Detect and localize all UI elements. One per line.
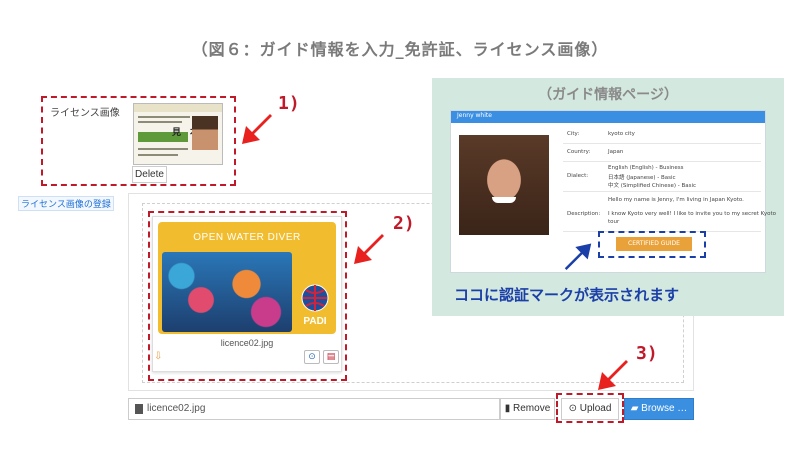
register-license-link[interactable]: ライセンス画像の登録 bbox=[18, 196, 114, 211]
blue-arrow-icon bbox=[564, 243, 592, 270]
guide-row-label: City: bbox=[567, 131, 580, 137]
guide-row-value: tour bbox=[608, 219, 620, 225]
guide-row-value: I know Kyoto very well! I like to invite… bbox=[608, 211, 776, 217]
guide-row-label: Country: bbox=[567, 149, 591, 155]
red-arrow-icon bbox=[598, 360, 628, 390]
guide-row-value: Japan bbox=[608, 149, 624, 155]
guide-row-label: Dialect: bbox=[567, 173, 589, 179]
step-number-2: 2) bbox=[393, 213, 415, 234]
guide-name-bar: Jenny white bbox=[451, 111, 765, 123]
step-number-1: 1) bbox=[278, 93, 300, 114]
guide-row-value: Hello my name is Jenny, I'm living in Ja… bbox=[608, 197, 744, 203]
guide-row-value: English (English) - Business bbox=[608, 165, 684, 171]
file-bar-filename: licence02.jpg bbox=[147, 403, 206, 414]
preview-image: OPEN WATER DIVER PADI bbox=[158, 222, 336, 334]
license-text-line bbox=[138, 154, 178, 156]
file-icon bbox=[135, 404, 143, 414]
zoom-icon[interactable]: ⇩ bbox=[154, 351, 166, 363]
red-arrow-icon bbox=[242, 114, 272, 144]
cert-highlight bbox=[598, 231, 706, 258]
license-text-line bbox=[138, 116, 190, 118]
license-thumbnail[interactable]: 見 本 bbox=[133, 103, 223, 165]
guide-page-heading: （ガイド情報ページ） bbox=[538, 87, 678, 103]
license-text-line bbox=[138, 121, 182, 123]
trash-icon: ▮ bbox=[504, 403, 511, 414]
guide-row-value: kyoto city bbox=[608, 131, 635, 137]
license-photo bbox=[192, 116, 218, 150]
padi-logo-icon: PADI bbox=[301, 284, 329, 327]
guide-name: Jenny white bbox=[457, 112, 492, 119]
guide-caption: ココに認証マークが表示されます bbox=[454, 286, 680, 304]
guide-row-value: 中文 (Simplified Chinese) - Basic bbox=[608, 183, 697, 189]
trash-icon[interactable]: ▤ bbox=[323, 350, 339, 364]
figure-title: （図６：ガイド情報を入力_免許証、ライセンス画像） bbox=[191, 40, 609, 59]
red-arrow-icon bbox=[354, 234, 384, 264]
reef-photo bbox=[162, 252, 292, 332]
padi-logo-text: PADI bbox=[303, 316, 326, 327]
guide-row-value: 日本語 (Japanese) - Basic bbox=[608, 175, 676, 181]
upload-file-icon[interactable]: ⊙ bbox=[304, 350, 320, 364]
browse-button[interactable]: ▰ Browse … bbox=[624, 398, 694, 420]
delete-button[interactable]: Delete bbox=[132, 166, 167, 183]
folder-icon: ▰ bbox=[630, 403, 639, 414]
guide-row-divider bbox=[563, 143, 761, 144]
guide-row-label: Description: bbox=[567, 211, 601, 217]
step3-highlight bbox=[556, 393, 624, 423]
card-title: OPEN WATER DIVER bbox=[193, 232, 301, 243]
preview-filename: licence02.jpg bbox=[220, 338, 274, 348]
remove-button[interactable]: ▮ Remove bbox=[500, 398, 555, 420]
remove-label: Remove bbox=[513, 403, 551, 414]
guide-row-divider bbox=[563, 191, 761, 192]
file-caption-input[interactable]: licence02.jpg bbox=[128, 398, 500, 420]
step-number-3: 3) bbox=[636, 343, 658, 364]
license-text-line bbox=[138, 148, 188, 150]
guide-photo-smile bbox=[492, 197, 516, 203]
browse-label: Browse … bbox=[641, 403, 688, 414]
guide-photo bbox=[459, 135, 549, 235]
license-header-band bbox=[134, 104, 222, 112]
guide-row-divider bbox=[563, 161, 761, 162]
